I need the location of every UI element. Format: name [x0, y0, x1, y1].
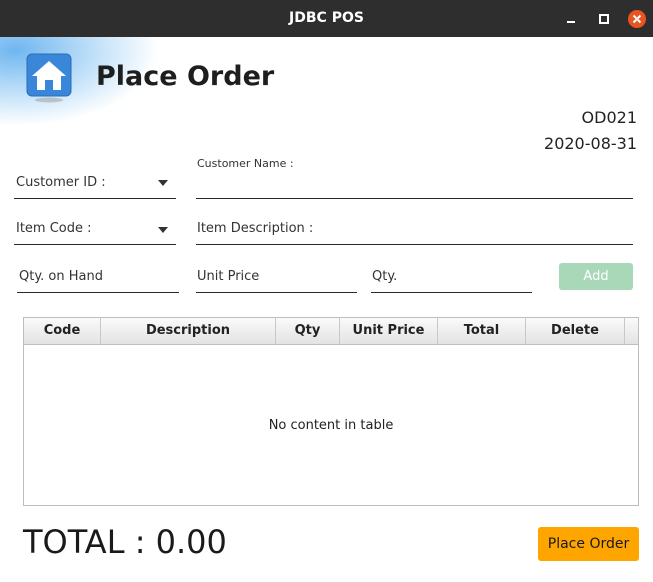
- column-header-description[interactable]: Description: [101, 318, 276, 344]
- customer-id-label: Customer ID :: [16, 175, 106, 190]
- column-header-qty[interactable]: Qty: [276, 318, 340, 344]
- unit-price-label: Unit Price: [197, 269, 260, 284]
- close-icon: [628, 10, 646, 28]
- column-header-delete[interactable]: Delete: [526, 318, 625, 344]
- maximize-icon: [599, 14, 609, 24]
- customer-name-label: Customer Name :: [197, 157, 294, 170]
- qty-field[interactable]: Qty.: [371, 264, 532, 293]
- maximize-button[interactable]: [594, 9, 614, 29]
- table-empty-message: No content in table: [268, 418, 394, 433]
- main-content: Place Order OD021 2020-08-31 Customer ID…: [0, 37, 653, 582]
- qty-on-hand-label: Qty. on Hand: [19, 269, 103, 284]
- title-bar: JDBC POS: [0, 0, 653, 37]
- order-date: 2020-08-31: [544, 134, 637, 153]
- minimize-button[interactable]: [561, 9, 581, 29]
- window-title: JDBC POS: [289, 10, 364, 26]
- chevron-down-icon: [158, 180, 168, 186]
- qty-on-hand-field[interactable]: Qty. on Hand: [17, 264, 179, 293]
- home-icon[interactable]: [26, 53, 72, 103]
- item-description-field[interactable]: Item Description :: [196, 217, 633, 245]
- qty-label: Qty.: [372, 269, 398, 284]
- column-header-unit-price[interactable]: Unit Price: [340, 318, 438, 344]
- item-description-label: Item Description :: [197, 221, 314, 236]
- customer-name-field[interactable]: [196, 175, 633, 199]
- app-window: JDBC POS Place Order OD021 2020-08-31 Cu…: [0, 0, 653, 582]
- unit-price-field[interactable]: Unit Price: [196, 264, 357, 293]
- minimize-icon: [567, 21, 575, 23]
- order-total: TOTAL : 0.00: [23, 523, 227, 561]
- item-code-combo[interactable]: Item Code :: [14, 217, 176, 245]
- customer-id-combo[interactable]: Customer ID :: [14, 169, 176, 199]
- item-code-label: Item Code :: [16, 221, 92, 236]
- page-title: Place Order: [96, 61, 275, 92]
- close-button[interactable]: [627, 9, 647, 29]
- table-header: Code Description Qty Unit Price Total De…: [24, 318, 638, 345]
- place-order-button[interactable]: Place Order: [538, 527, 639, 561]
- column-header-code[interactable]: Code: [24, 318, 101, 344]
- add-button[interactable]: Add: [559, 263, 633, 290]
- order-table[interactable]: Code Description Qty Unit Price Total De…: [23, 317, 639, 506]
- column-header-total[interactable]: Total: [438, 318, 526, 344]
- order-id: OD021: [581, 108, 637, 127]
- chevron-down-icon: [158, 227, 168, 233]
